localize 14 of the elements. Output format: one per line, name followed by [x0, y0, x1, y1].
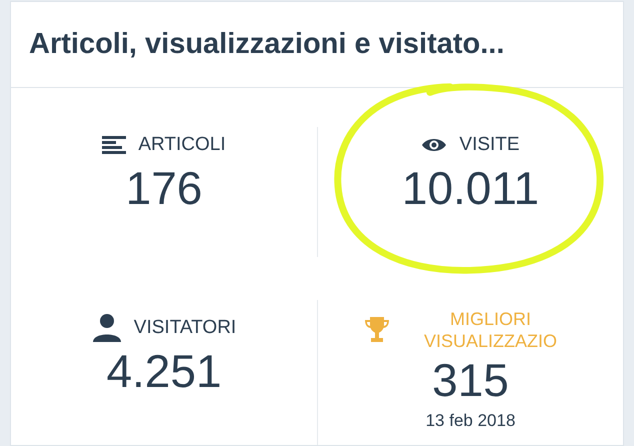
stat-value: 4.251: [106, 344, 222, 398]
person-icon: [92, 314, 122, 342]
date-text: 13 feb 2018: [426, 410, 516, 432]
stat-label: MIGLIORI VISUALIZZAZIO: [422, 308, 558, 352]
stat-label: VISITE: [459, 133, 520, 157]
trophy-icon: [363, 317, 391, 343]
stat-value: 10.011: [402, 160, 540, 216]
eye-icon: [421, 137, 448, 154]
stat-value: 315: [432, 353, 509, 408]
text-lines-icon: [102, 136, 126, 154]
stat-label: ARTICOLI: [138, 133, 226, 157]
stat-label: VISITATORI: [134, 316, 236, 340]
card-title: Articoli, visualizzazioni e visitato...: [29, 26, 504, 62]
stat-value: 176: [126, 160, 202, 216]
